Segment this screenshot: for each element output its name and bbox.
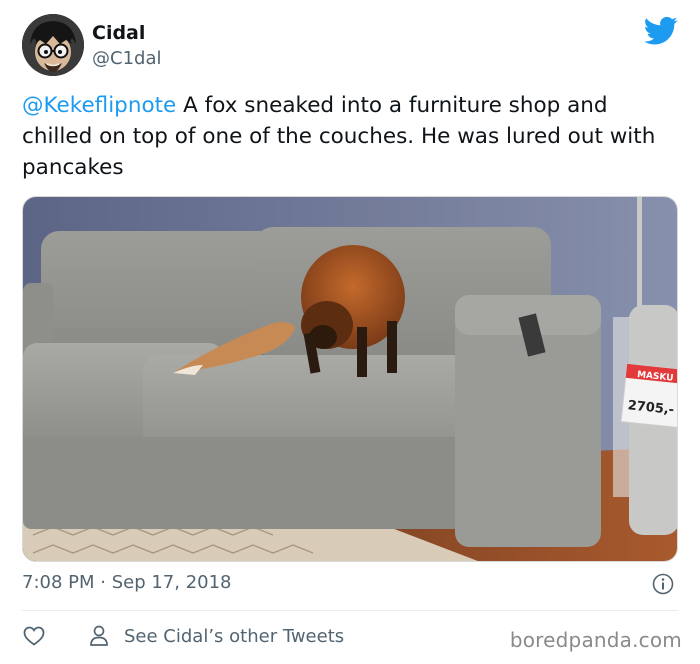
see-other-tweets-link[interactable]: See Cidal’s other Tweets bbox=[124, 626, 344, 647]
person-icon[interactable] bbox=[88, 624, 110, 648]
divider bbox=[22, 610, 678, 611]
bird-logo-icon[interactable] bbox=[644, 16, 678, 46]
heart-icon[interactable] bbox=[22, 624, 46, 648]
author-handle[interactable]: @C1dal bbox=[92, 48, 161, 69]
tweet-text: @Kekeflipnote A fox sneaked into a furni… bbox=[22, 90, 662, 183]
tweet-timestamp[interactable]: 7:08 PM · Sep 17, 2018 bbox=[22, 572, 232, 593]
watermark: boredpanda.com bbox=[509, 628, 682, 652]
author-name[interactable]: Cidal bbox=[92, 22, 145, 44]
info-icon[interactable] bbox=[652, 573, 674, 595]
tweet-photo[interactable]: MASKU 2705,- bbox=[22, 196, 678, 562]
avatar[interactable] bbox=[22, 14, 84, 76]
mention-link[interactable]: @Kekeflipnote bbox=[22, 93, 176, 118]
